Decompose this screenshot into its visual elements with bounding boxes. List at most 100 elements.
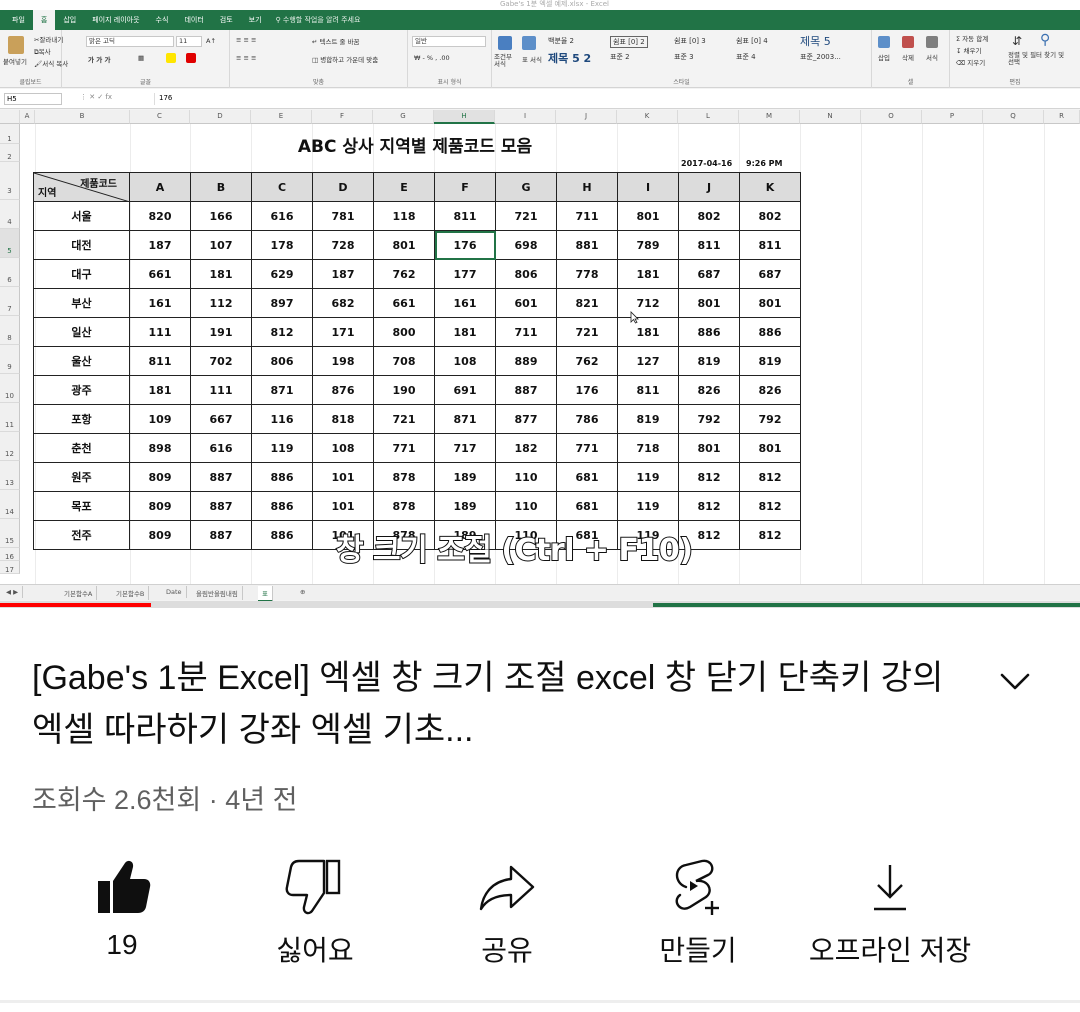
table-cell[interactable]: 876 <box>312 375 374 405</box>
table-cell[interactable]: 119 <box>617 491 679 521</box>
table-column-header[interactable]: G <box>495 172 557 202</box>
table-column-header[interactable]: F <box>434 172 496 202</box>
column-header[interactable]: D <box>190 110 251 124</box>
font-color-icon[interactable] <box>186 53 196 63</box>
sheet-time[interactable]: 9:26 PM <box>746 159 783 168</box>
chevron-down-icon[interactable] <box>998 664 1032 698</box>
table-cell[interactable]: 789 <box>617 230 679 260</box>
paste-icon[interactable] <box>8 36 24 54</box>
table-cell[interactable]: 781 <box>312 201 374 231</box>
sheet-title[interactable]: ABC 상사 지역별 제품코드 모음 <box>200 132 630 157</box>
merge-center-button[interactable]: ◫ 병합하고 가운데 맞춤 <box>312 54 378 64</box>
ribbon-tab-view[interactable]: 보기 <box>241 13 270 27</box>
table-cell[interactable]: 887 <box>190 462 252 492</box>
table-cell[interactable]: 812 <box>739 462 801 492</box>
table-cell[interactable]: 801 <box>739 288 801 318</box>
table-cell[interactable]: 812 <box>251 317 313 347</box>
table-cell[interactable]: 809 <box>129 462 191 492</box>
fx-icon[interactable]: ⋮ ✕ ✓ fx <box>80 93 112 101</box>
row-header[interactable]: 1 <box>0 124 20 144</box>
table-cell[interactable]: 886 <box>739 317 801 347</box>
table-cell[interactable]: 721 <box>556 317 618 347</box>
ribbon-tab-formulas[interactable]: 수식 <box>148 13 177 27</box>
column-header[interactable]: K <box>617 110 678 124</box>
region-cell[interactable]: 광주 <box>33 375 130 405</box>
delete-cells-label[interactable]: 삭제 <box>902 52 914 62</box>
table-cell[interactable]: 182 <box>495 433 557 463</box>
table-cell[interactable]: 616 <box>251 201 313 231</box>
table-cell[interactable]: 711 <box>495 317 557 347</box>
table-cell[interactable]: 108 <box>434 346 496 376</box>
table-cell[interactable]: 687 <box>739 259 801 289</box>
ribbon-tab-review[interactable]: 검토 <box>212 13 241 27</box>
region-cell[interactable]: 대전 <box>33 230 130 260</box>
cut-button[interactable]: ✂잘라내기 <box>34 34 63 44</box>
format-as-table-icon[interactable] <box>522 36 536 50</box>
spreadsheet-grid[interactable]: ABCDEFGHIJKLMNOPQR 1 2 3 4 5 6 7 8 9 10 11 12 13 14 15… <box>0 110 1080 584</box>
table-cell[interactable]: 887 <box>190 520 252 550</box>
table-cell[interactable]: 887 <box>495 375 557 405</box>
table-cell[interactable]: 878 <box>373 491 435 521</box>
table-cell[interactable]: 127 <box>617 346 679 376</box>
table-cell[interactable]: 198 <box>312 346 374 376</box>
sheet-nav-arrows[interactable]: ◀ ▶ <box>2 586 24 598</box>
table-cell[interactable]: 792 <box>678 404 740 434</box>
row-header[interactable]: 9 <box>0 345 20 374</box>
table-column-header[interactable]: C <box>251 172 313 202</box>
align-top-icon[interactable]: ≡ ≡ ≡ <box>236 36 256 44</box>
style-normal-2003[interactable]: 표준_2003... <box>800 52 841 62</box>
table-cell[interactable]: 629 <box>251 259 313 289</box>
share-button[interactable]: 공유 <box>407 845 607 969</box>
table-column-header[interactable]: E <box>373 172 435 202</box>
fill-color-icon[interactable] <box>166 53 176 63</box>
like-button[interactable]: 19 <box>22 845 222 961</box>
row-header[interactable]: 8 <box>0 316 20 345</box>
table-cell[interactable]: 181 <box>434 317 496 347</box>
copy-button[interactable]: ⧉복사 <box>34 46 51 57</box>
clear-button[interactable]: ⌫ 지우기 <box>956 57 985 67</box>
conditional-format-icon[interactable] <box>498 36 512 50</box>
clip-button[interactable]: 클 <box>975 845 1080 969</box>
table-cell[interactable]: 887 <box>190 491 252 521</box>
region-cell[interactable]: 포항 <box>33 404 130 434</box>
sheet-tab-rounding[interactable]: 올림반올림내림 <box>192 586 243 600</box>
row-header[interactable]: 15 <box>0 519 20 548</box>
fill-button[interactable]: ↧ 채우기 <box>956 45 981 55</box>
table-cell[interactable]: 111 <box>190 375 252 405</box>
style-normal-3[interactable]: 표준 3 <box>674 52 694 62</box>
row-header[interactable]: 7 <box>0 287 20 316</box>
table-column-header[interactable]: I <box>617 172 679 202</box>
table-cell[interactable]: 661 <box>373 288 435 318</box>
table-cell[interactable]: 889 <box>495 346 557 376</box>
table-cell[interactable]: 708 <box>373 346 435 376</box>
table-cell[interactable]: 681 <box>556 462 618 492</box>
table-cell[interactable]: 108 <box>312 433 374 463</box>
column-header[interactable]: H <box>434 110 495 124</box>
table-cell[interactable]: 801 <box>373 230 435 260</box>
table-cell[interactable]: 898 <box>129 433 191 463</box>
table-cell[interactable]: 801 <box>739 433 801 463</box>
style-percent-2[interactable]: 백분율 2 <box>548 36 574 46</box>
font-size-select[interactable]: 11 <box>176 36 202 47</box>
table-cell[interactable]: 821 <box>556 288 618 318</box>
region-cell[interactable]: 대구 <box>33 259 130 289</box>
table-column-header[interactable]: D <box>312 172 374 202</box>
column-header[interactable]: E <box>251 110 312 124</box>
table-cell[interactable]: 161 <box>129 288 191 318</box>
video-title[interactable]: [Gabe's 1분 Excel] 엑셀 창 크기 조절 excel 창 닫기 … <box>32 652 952 756</box>
table-cell[interactable]: 812 <box>739 491 801 521</box>
sheet-tab-table[interactable]: 표 <box>258 586 273 602</box>
row-header[interactable]: 10 <box>0 374 20 403</box>
table-cell[interactable]: 886 <box>678 317 740 347</box>
row-header[interactable]: 16 <box>0 548 20 561</box>
table-cell[interactable]: 187 <box>312 259 374 289</box>
table-cell[interactable]: 661 <box>129 259 191 289</box>
format-cells-label[interactable]: 서식 <box>926 52 938 62</box>
table-cell[interactable]: 171 <box>312 317 374 347</box>
column-header[interactable]: R <box>1044 110 1080 124</box>
table-cell[interactable]: 886 <box>251 491 313 521</box>
table-column-header[interactable]: B <box>190 172 252 202</box>
column-header[interactable]: B <box>35 110 130 124</box>
sort-filter-icon[interactable]: ⇵ <box>1012 34 1022 48</box>
column-header[interactable]: I <box>495 110 556 124</box>
